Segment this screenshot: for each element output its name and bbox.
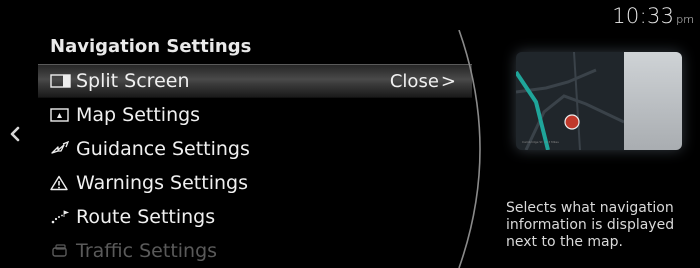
menu-item-label: Warnings Settings [76, 172, 248, 194]
preview-caption: Cambridge St · 0.3 Miles [522, 140, 559, 144]
traffic-icon [52, 244, 67, 257]
menu-item-route-settings[interactable]: Route Settings [38, 200, 472, 234]
split-screen-icon [50, 74, 71, 88]
menu-item-guidance-settings[interactable]: Guidance Settings [38, 132, 472, 166]
preview-side-panel [624, 52, 682, 150]
divider-arc [458, 30, 481, 268]
menu-item-traffic-settings[interactable]: Traffic Settings [38, 234, 472, 268]
guidance-icon [51, 141, 70, 154]
map-icon [50, 108, 69, 122]
menu-item-split-screen[interactable]: Split Screen Close > [38, 64, 472, 98]
split-screen-value-text: Close [389, 71, 439, 92]
menu-item-label: Map Settings [76, 104, 201, 126]
item-description: Selects what navigation information is d… [506, 200, 675, 250]
split-screen-preview: Cambridge St · 0.3 Miles [516, 52, 682, 150]
preview-map: Cambridge St · 0.3 Miles [516, 52, 625, 150]
route-icon [51, 210, 70, 224]
clock-time: 10:33 [612, 4, 675, 28]
menu-item-label: Guidance Settings [76, 138, 250, 160]
menu-item-label: Traffic Settings [76, 240, 218, 262]
split-screen-value: Close > [390, 71, 456, 92]
settings-menu: Split Screen Close > Map Settings Guidanc… [38, 64, 472, 268]
back-arrow-icon[interactable] [8, 124, 22, 144]
page-title: Navigation Settings [50, 36, 252, 57]
preview-map-graphic [516, 52, 625, 150]
clock: 10:33 pm [612, 4, 694, 28]
warning-icon [50, 175, 68, 191]
menu-item-map-settings[interactable]: Map Settings [38, 98, 472, 132]
chevron-right-icon: > [440, 71, 456, 92]
screen: 10:33 pm Navigation Settings Split Screen… [0, 0, 700, 268]
clock-ampm: pm [676, 13, 694, 26]
menu-item-warnings-settings[interactable]: Warnings Settings [38, 166, 472, 200]
menu-item-label: Split Screen [76, 70, 190, 92]
menu-item-label: Route Settings [76, 206, 216, 228]
location-marker-icon [564, 114, 580, 130]
